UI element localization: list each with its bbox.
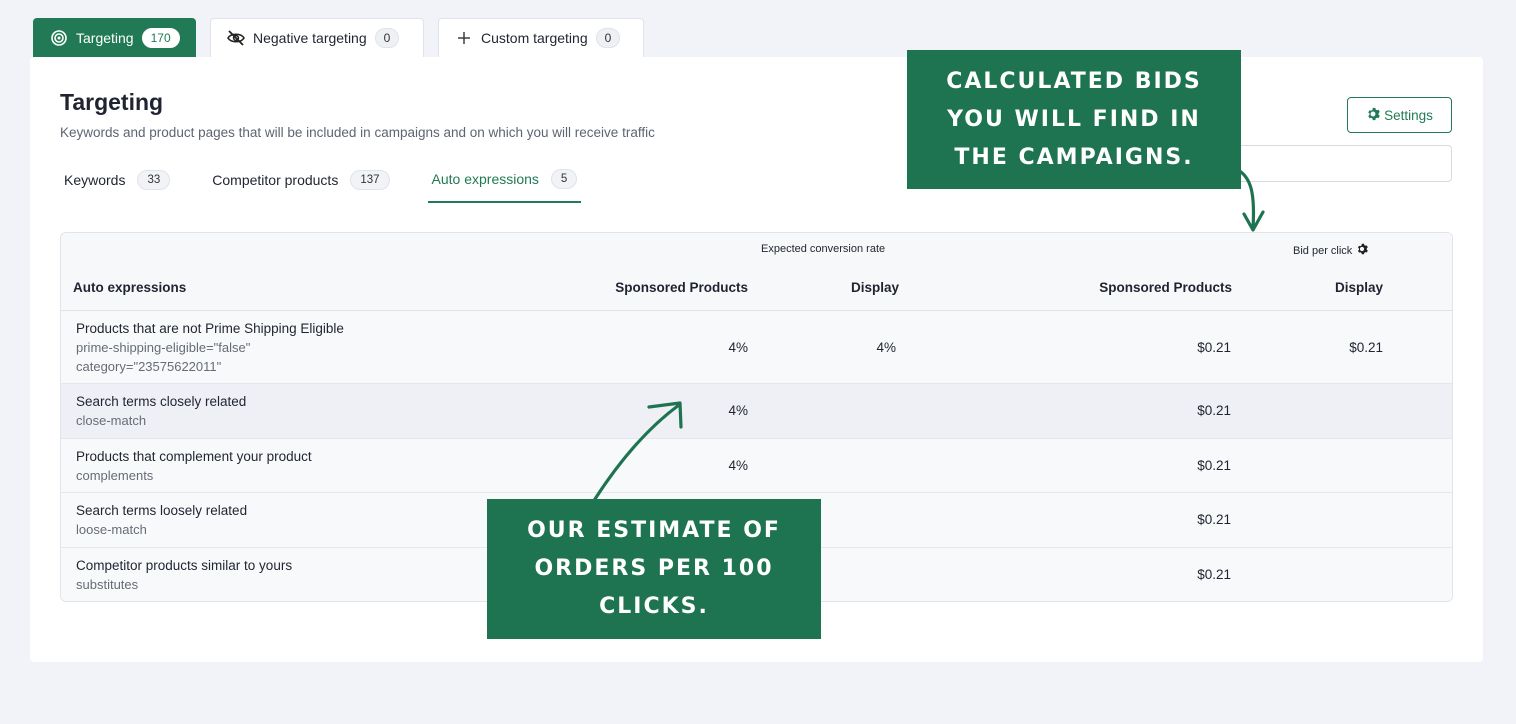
row-conv-sponsored-products: 4% bbox=[728, 340, 748, 355]
row-bid-display: $0.21 bbox=[1349, 340, 1383, 355]
tab-custom-targeting-label: Custom targeting bbox=[481, 30, 588, 46]
row-conv-display: 4% bbox=[876, 340, 896, 355]
annotation-orders-callout: Our estimate of orders per 100 clicks. bbox=[487, 499, 821, 639]
annotation-arrow-bottom bbox=[593, 401, 683, 501]
tab-targeting-count: 170 bbox=[141, 28, 180, 48]
row-bid-sponsored-products: $0.21 bbox=[1197, 340, 1231, 355]
tab-negative-targeting[interactable]: Negative targeting 0 bbox=[210, 18, 424, 57]
group-header-bid: Bid per click bbox=[1293, 243, 1369, 258]
col-header-conv-sponsored-products: Sponsored Products bbox=[615, 280, 748, 295]
sub-tab-bar: Keywords 33 Competitor products 137 Auto… bbox=[60, 157, 615, 203]
tab-custom-targeting[interactable]: Custom targeting 0 bbox=[438, 18, 644, 57]
tab-targeting-label: Targeting bbox=[76, 30, 134, 46]
eye-off-icon bbox=[227, 29, 245, 47]
col-header-conv-display: Display bbox=[850, 280, 899, 295]
sub-tab-auto-expressions-label: Auto expressions bbox=[431, 171, 539, 187]
table-row[interactable]: Products that are not Prime Shipping Eli… bbox=[61, 311, 1452, 384]
row-bid-sponsored-products: $0.21 bbox=[1197, 566, 1231, 582]
tab-negative-targeting-count: 0 bbox=[374, 28, 400, 48]
tab-custom-targeting-count: 0 bbox=[595, 28, 621, 48]
row-bid-sponsored-products: $0.21 bbox=[1197, 403, 1231, 418]
sub-tab-auto-expressions-count: 5 bbox=[550, 169, 578, 189]
row-bid-sponsored-products: $0.21 bbox=[1197, 512, 1231, 527]
annotation-arrow-top bbox=[1239, 170, 1265, 232]
col-header-auto-expressions: Auto expressions bbox=[73, 280, 187, 295]
target-icon bbox=[50, 29, 68, 47]
table-row[interactable]: Products that complement your product co… bbox=[61, 438, 1452, 493]
row-expression: close-match bbox=[76, 413, 147, 428]
group-header-bid-label: Bid per click bbox=[1293, 244, 1353, 257]
row-expression: prime-shipping-eligible="false" bbox=[76, 340, 251, 355]
table-header: Expected conversion rate Bid per click A… bbox=[61, 233, 1452, 311]
sub-tab-auto-expressions[interactable]: Auto expressions 5 bbox=[427, 157, 582, 203]
sub-tab-keywords[interactable]: Keywords 33 bbox=[60, 157, 174, 203]
gear-icon bbox=[1366, 107, 1380, 124]
col-header-bid-sponsored-products: Sponsored Products bbox=[1099, 280, 1232, 295]
tab-negative-targeting-label: Negative targeting bbox=[253, 30, 367, 46]
row-expression: substitutes bbox=[76, 576, 139, 592]
top-tab-bar: Targeting 170 Negative targeting 0 Custo… bbox=[33, 18, 644, 57]
settings-button-label: Settings bbox=[1384, 107, 1433, 123]
tab-targeting[interactable]: Targeting 170 bbox=[33, 18, 196, 57]
table-row[interactable]: Search terms closely related close-match… bbox=[61, 384, 1452, 439]
annotation-bids-callout: Calculated bids you will find in the cam… bbox=[907, 50, 1241, 189]
sub-tab-keywords-count: 33 bbox=[137, 170, 171, 190]
row-conv-sponsored-products: 4% bbox=[728, 403, 748, 418]
row-title: Search terms loosely related bbox=[76, 503, 248, 518]
plus-icon bbox=[455, 29, 473, 47]
page-title: Targeting bbox=[60, 89, 164, 115]
row-expression-category: category="23575622011" bbox=[76, 359, 222, 374]
col-header-bid-display: Display bbox=[1334, 280, 1383, 295]
row-title: Search terms closely related bbox=[76, 394, 247, 409]
row-title: Products that are not Prime Shipping Eli… bbox=[76, 321, 344, 336]
row-bid-sponsored-products: $0.21 bbox=[1197, 457, 1231, 473]
row-title: Products that complement your product bbox=[76, 448, 312, 464]
sub-tab-competitor-products[interactable]: Competitor products 137 bbox=[208, 157, 393, 203]
sub-tab-competitor-products-count: 137 bbox=[350, 170, 390, 190]
sub-tab-keywords-label: Keywords bbox=[64, 172, 126, 188]
row-conv-sponsored-products: 4% bbox=[728, 457, 748, 473]
row-expression: loose-match bbox=[76, 522, 147, 537]
group-header-conversion: Expected conversion rate bbox=[761, 243, 886, 255]
row-title: Competitor products similar to yours bbox=[76, 557, 293, 573]
row-expression: complements bbox=[76, 467, 154, 483]
page-subtitle: Keywords and product pages that will be … bbox=[60, 125, 655, 140]
sub-tab-competitor-products-label: Competitor products bbox=[212, 172, 339, 188]
gear-icon[interactable] bbox=[1356, 243, 1369, 258]
settings-button[interactable]: Settings bbox=[1347, 97, 1452, 133]
